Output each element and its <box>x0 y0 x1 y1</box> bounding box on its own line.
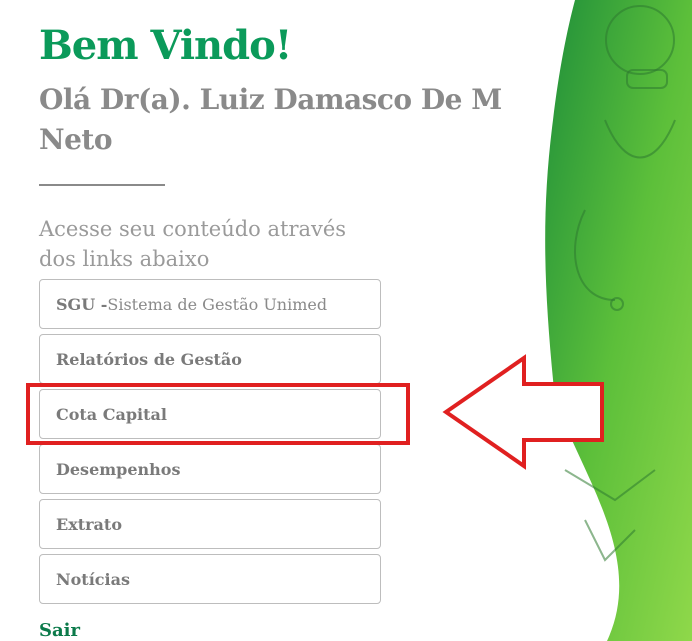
link-label: Relatórios de Gestão <box>56 349 242 369</box>
doctor-background-image <box>545 0 692 641</box>
annotation-highlight-box <box>26 383 410 445</box>
link-desempenhos[interactable]: Desempenhos <box>39 444 381 494</box>
link-relatorios-de-gestao[interactable]: Relatórios de Gestão <box>39 334 381 384</box>
divider <box>39 184 165 186</box>
link-label: SGU - <box>56 294 108 314</box>
link-label: Extrato <box>56 514 122 534</box>
welcome-title: Bem Vindo! <box>39 22 292 69</box>
link-extrato[interactable]: Extrato <box>39 499 381 549</box>
link-sgu[interactable]: SGU - Sistema de Gestão Unimed <box>39 279 381 329</box>
link-noticias[interactable]: Notícias <box>39 554 381 604</box>
user-greeting: Olá Dr(a). Luiz Damasco De M Neto <box>39 83 502 156</box>
logout-link[interactable]: Sair <box>39 620 80 641</box>
intro-text: Acesse seu conteúdo através dos links ab… <box>39 217 347 271</box>
link-label: Desempenhos <box>56 459 181 479</box>
link-sublabel: Sistema de Gestão Unimed <box>107 294 328 314</box>
link-label: Notícias <box>56 569 130 589</box>
annotation-arrow-icon <box>440 354 610 474</box>
